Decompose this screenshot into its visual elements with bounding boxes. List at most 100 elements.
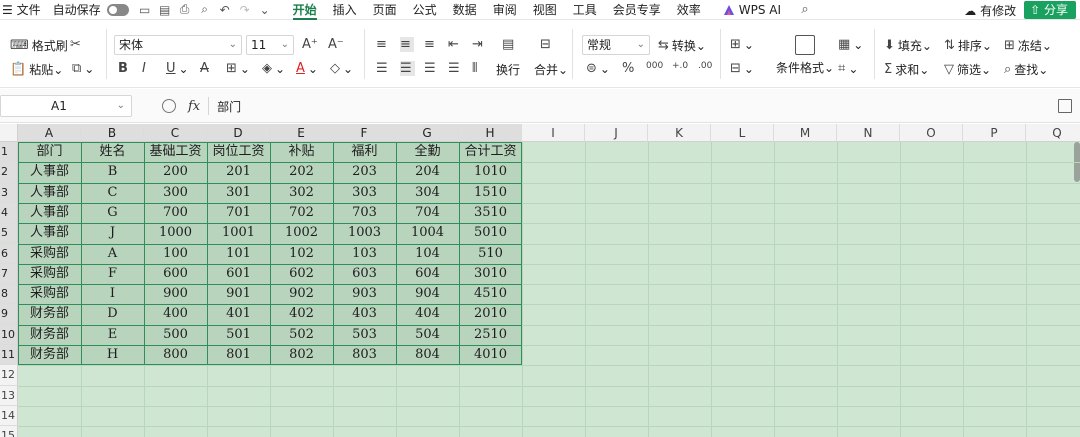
spreadsheet-grid[interactable]: A B C D E F G H I J K L M N O P Q 1 2 3 4 5 6 7 8 9 10 11 12 13 14 15 部门… <box>0 124 1080 437</box>
cell-A5[interactable]: 人事部 <box>18 223 81 243</box>
zoom-icon[interactable] <box>162 99 176 113</box>
decrease-decimal-button[interactable]: .00 <box>698 61 715 71</box>
column-header-F[interactable]: F <box>333 124 396 142</box>
align-center-button[interactable]: ☰ <box>400 61 415 76</box>
cell-E5[interactable]: 1002 <box>270 223 333 243</box>
cell-G5[interactable]: 1004 <box>396 223 459 243</box>
cell-A10[interactable]: 财务部 <box>18 325 81 345</box>
cell-G6[interactable]: 104 <box>396 244 459 264</box>
tab-4[interactable]: 数据 <box>445 0 485 20</box>
cell-E9[interactable]: 402 <box>270 304 333 324</box>
cell-B7[interactable]: F <box>81 264 144 284</box>
cell-B9[interactable]: D <box>81 304 144 324</box>
row-header-6[interactable]: 6 <box>0 243 18 264</box>
cell-F11[interactable]: 803 <box>333 345 396 365</box>
cell-H4[interactable]: 3510 <box>459 203 522 223</box>
cell-H9[interactable]: 2010 <box>459 304 522 324</box>
cell-H2[interactable]: 1010 <box>459 162 522 182</box>
modified-status[interactable]: ☁ 有修改 <box>956 2 1024 19</box>
font-name-select[interactable]: 宋体 ⌄ <box>114 35 242 55</box>
redo-icon[interactable]: ↷ <box>237 0 253 20</box>
column-header-M[interactable]: M <box>774 124 837 142</box>
tab-6[interactable]: 视图 <box>525 0 565 20</box>
cell-G10[interactable]: 504 <box>396 325 459 345</box>
expand-formula-icon[interactable] <box>1058 99 1072 113</box>
copy-button[interactable]: ⧉ ⌄ <box>72 61 94 76</box>
cell-A3[interactable]: 人事部 <box>18 183 81 203</box>
tab-2[interactable]: 页面 <box>365 0 405 20</box>
cell-style-button[interactable]: ⊟ ⌄ <box>730 61 754 76</box>
print-preview-icon[interactable]: ⌕ <box>197 0 213 20</box>
cell-G2[interactable]: 204 <box>396 162 459 182</box>
cell-F2[interactable]: 203 <box>333 162 396 182</box>
sum-button[interactable]: Σ 求和 ⌄ <box>884 61 929 78</box>
thousands-button[interactable]: 000 <box>646 61 666 71</box>
cell-G4[interactable]: 704 <box>396 203 459 223</box>
cell-G7[interactable]: 604 <box>396 264 459 284</box>
row-header-13[interactable]: 13 <box>0 385 18 406</box>
cell-G1[interactable]: 全勤 <box>396 142 459 162</box>
distribute-button[interactable]: ⫴ <box>472 61 480 76</box>
select-all-corner[interactable] <box>0 124 18 142</box>
cell-format-button[interactable]: ▦ ⌄ <box>838 37 863 52</box>
cell-B10[interactable]: E <box>81 325 144 345</box>
row-header-11[interactable]: 11 <box>0 345 18 366</box>
cell-E3[interactable]: 302 <box>270 183 333 203</box>
row-header-3[interactable]: 3 <box>0 182 18 203</box>
wrap-button[interactable]: 换行 <box>496 61 520 78</box>
column-header-B[interactable]: B <box>81 124 144 142</box>
cell-B4[interactable]: G <box>81 203 144 223</box>
cell-C3[interactable]: 300 <box>144 183 207 203</box>
cell-F9[interactable]: 403 <box>333 304 396 324</box>
increase-font-button[interactable]: A⁺ <box>302 37 321 52</box>
row-header-14[interactable]: 14 <box>0 405 18 427</box>
cell-E6[interactable]: 102 <box>270 244 333 264</box>
column-header-A[interactable]: A <box>18 124 81 142</box>
column-header-P[interactable]: P <box>963 124 1026 142</box>
conditional-format-button[interactable]: 条件格式⌄ <box>776 35 834 76</box>
bold-button[interactable]: B <box>118 61 131 76</box>
tab-1[interactable]: 插入 <box>325 0 365 20</box>
cell-E1[interactable]: 补贴 <box>270 142 333 162</box>
cell-D5[interactable]: 1001 <box>207 223 270 243</box>
row-header-10[interactable]: 10 <box>0 324 18 345</box>
fx-icon[interactable]: fx <box>188 99 200 114</box>
cell-B1[interactable]: 姓名 <box>81 142 144 162</box>
cell-G11[interactable]: 804 <box>396 345 459 365</box>
cell-A8[interactable]: 采购部 <box>18 284 81 304</box>
cell-D8[interactable]: 901 <box>207 284 270 304</box>
font-size-select[interactable]: 11 ⌄ <box>246 35 294 55</box>
column-header-K[interactable]: K <box>648 124 711 142</box>
column-header-N[interactable]: N <box>837 124 900 142</box>
clear-button[interactable]: ◇ ⌄ <box>330 61 353 76</box>
tab-8[interactable]: 会员专享 <box>605 0 669 20</box>
column-header-C[interactable]: C <box>144 124 207 142</box>
cell-F6[interactable]: 103 <box>333 244 396 264</box>
cell-F5[interactable]: 1003 <box>333 223 396 243</box>
column-header-L[interactable]: L <box>711 124 774 142</box>
cell-H8[interactable]: 4510 <box>459 284 522 304</box>
cell-G8[interactable]: 904 <box>396 284 459 304</box>
wrap-icon-button[interactable]: ▤ <box>502 37 517 52</box>
cell-A9[interactable]: 财务部 <box>18 304 81 324</box>
cell-C1[interactable]: 基础工资 <box>144 142 207 162</box>
cell-H5[interactable]: 5010 <box>459 223 522 243</box>
cell-C9[interactable]: 400 <box>144 304 207 324</box>
cell-H1[interactable]: 合计工资 <box>459 142 522 162</box>
cell-F1[interactable]: 福利 <box>333 142 396 162</box>
paste-button[interactable]: 📋 粘贴 ⌄ <box>10 61 63 78</box>
align-right-button[interactable]: ☰ <box>424 61 439 76</box>
cell-H7[interactable]: 3010 <box>459 264 522 284</box>
cell-F3[interactable]: 303 <box>333 183 396 203</box>
cell-E2[interactable]: 202 <box>270 162 333 182</box>
row-header-9[interactable]: 9 <box>0 304 18 325</box>
indent-increase-button[interactable]: ⇥ <box>472 37 486 52</box>
cell-A6[interactable]: 采购部 <box>18 244 81 264</box>
row-header-2[interactable]: 2 <box>0 162 18 183</box>
align-bottom-button[interactable]: ≡ <box>424 37 438 52</box>
cell-B8[interactable]: I <box>81 284 144 304</box>
cell-F7[interactable]: 603 <box>333 264 396 284</box>
autosave-toggle[interactable] <box>106 3 129 16</box>
justify-button[interactable]: ☰ <box>448 61 463 76</box>
decrease-font-button[interactable]: A⁻ <box>328 37 347 52</box>
